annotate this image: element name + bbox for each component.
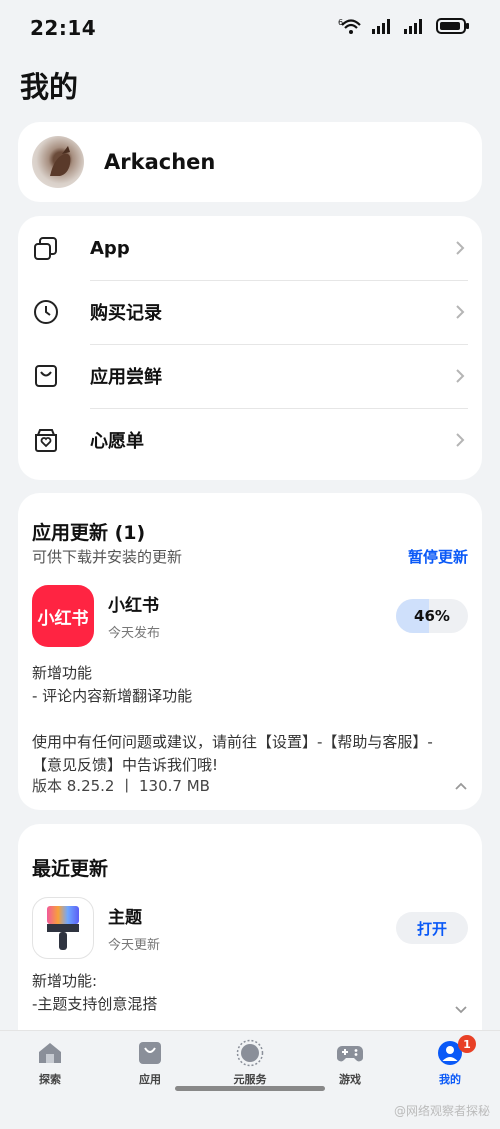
- tab-label: 探索: [39, 1073, 61, 1086]
- update-notes: 新增功能 - 评论内容新增翻译功能 使用中有任何问题或建议，请前往【设置】-【帮…: [32, 662, 468, 777]
- chevron-right-icon: [452, 240, 468, 256]
- open-button[interactable]: 打开: [396, 912, 468, 944]
- signal-icon-2: [404, 18, 426, 38]
- chevron-right-icon: [452, 432, 468, 448]
- app-updates-card: 应用更新 (1) 可供下载并安装的更新 暂停更新 小红书 小红书 今天发布 46…: [18, 493, 482, 810]
- app-meta: 小红书 今天发布: [108, 591, 396, 641]
- update-app-row[interactable]: 小红书 小红书 今天发布 46%: [32, 584, 468, 648]
- menu-item-purchases[interactable]: 购买记录: [32, 280, 468, 344]
- updates-title: 应用更新 (1): [32, 522, 146, 544]
- recent-title: 最近更新: [32, 858, 109, 880]
- chevron-right-icon: [452, 304, 468, 320]
- chevron-right-icon: [452, 368, 468, 384]
- note-line: - 评论内容新增翻译功能: [32, 687, 193, 705]
- tab-apps[interactable]: 应用: [100, 1031, 200, 1091]
- tab-mine[interactable]: 1 我的: [400, 1031, 500, 1091]
- signal-icon-1: [372, 18, 394, 38]
- chevron-down-icon[interactable]: [454, 1000, 468, 1019]
- download-progress-button[interactable]: 46%: [396, 599, 468, 633]
- avatar[interactable]: [32, 136, 84, 188]
- recent-app-row[interactable]: 主题 今天更新 打开: [32, 896, 468, 960]
- clock-icon: [32, 298, 60, 326]
- version-row[interactable]: 版本 8.25.2 丨 130.7 MB: [32, 775, 468, 796]
- note-line: 【意见反馈】中告诉我们哦!: [32, 756, 219, 774]
- profile-name: Arkachen: [104, 150, 216, 174]
- tab-label: 应用: [139, 1073, 161, 1086]
- theme-app-icon: [32, 897, 94, 959]
- note-line: 新增功能:: [32, 972, 98, 990]
- menu-item-wishlist[interactable]: 心愿单: [32, 408, 468, 472]
- recent-updates-card: 最近更新 主题 今天更新 打开 新增功能: -主题支持创意混搭: [18, 824, 482, 1054]
- status-time: 22:14: [30, 16, 97, 40]
- recent-notes: 新增功能: -主题支持创意混搭: [32, 970, 442, 1016]
- wifi-icon: 6: [338, 17, 362, 39]
- apps-icon: [32, 234, 60, 262]
- note-line: -主题支持创意混搭: [32, 995, 158, 1013]
- status-bar: 22:14 6: [0, 0, 500, 56]
- heart-box-icon: [32, 426, 60, 454]
- menu-card: App 购买记录 应用尝鲜 心愿单: [18, 216, 482, 480]
- tab-label: 游戏: [339, 1073, 361, 1086]
- bag-icon: [136, 1039, 164, 1067]
- menu-item-label: 购买记录: [90, 303, 162, 324]
- watermark: @网络观察者探秘: [393, 1104, 490, 1118]
- home-indicator[interactable]: [175, 1086, 325, 1091]
- pause-updates-button[interactable]: 暂停更新: [408, 546, 468, 567]
- sun-icon: [236, 1039, 264, 1067]
- tab-games[interactable]: 游戏: [300, 1031, 400, 1091]
- chevron-up-icon[interactable]: [454, 776, 468, 795]
- progress-text: 46%: [414, 607, 450, 625]
- page-title: 我的: [20, 70, 79, 104]
- tab-label: 元服务: [233, 1073, 267, 1086]
- note-line: 使用中有任何问题或建议，请前往【设置】-【帮助与客服】-: [32, 733, 433, 751]
- profile-card[interactable]: Arkachen: [18, 122, 482, 202]
- menu-item-label: 应用尝鲜: [90, 367, 162, 388]
- status-icons: 6: [338, 17, 470, 39]
- tab-explore[interactable]: 探索: [0, 1031, 100, 1091]
- tab-label: 我的: [439, 1073, 461, 1086]
- menu-item-label: App: [90, 237, 130, 259]
- version-info: 版本 8.25.2 丨 130.7 MB: [32, 777, 210, 795]
- battery-icon: [436, 17, 470, 39]
- tab-atomic-services[interactable]: 元服务: [200, 1031, 300, 1091]
- notification-badge: 1: [458, 1035, 476, 1053]
- menu-item-label: 心愿单: [90, 431, 144, 452]
- gamepad-icon: [336, 1039, 364, 1067]
- note-line: 新增功能: [32, 664, 93, 682]
- app-date: 今天更新: [108, 938, 161, 953]
- svg-text:6: 6: [338, 18, 343, 27]
- bag-icon: [32, 362, 60, 390]
- menu-item-early-access[interactable]: 应用尝鲜: [32, 344, 468, 408]
- app-name: 主题: [108, 908, 142, 928]
- note-gap: [32, 708, 468, 731]
- app-meta: 主题 今天更新: [108, 903, 396, 953]
- app-date: 今天发布: [108, 626, 161, 641]
- home-icon: [36, 1039, 64, 1067]
- updates-subtitle: 可供下载并安装的更新: [32, 548, 183, 566]
- xiaohongshu-app-icon: 小红书: [32, 585, 94, 647]
- menu-item-app[interactable]: App: [32, 216, 468, 280]
- app-name: 小红书: [108, 596, 159, 616]
